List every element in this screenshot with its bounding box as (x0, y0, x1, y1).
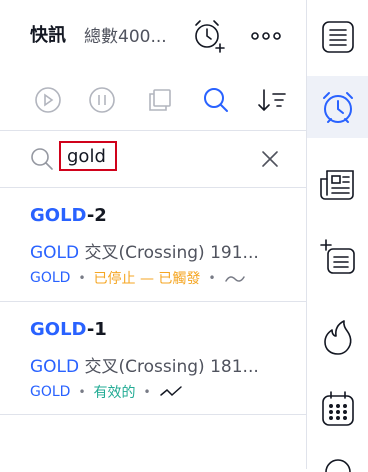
copy-icon[interactable] (140, 76, 180, 124)
alerts-panel: 快訊 總數400... gold GOLD-2 GOLD 交叉(Crossing… (0, 0, 306, 469)
alert-condition-text: 交叉(Crossing) 181... (79, 357, 259, 377)
alert-condition: GOLD 交叉(Crossing) 181... (30, 352, 259, 377)
alarm-clock-icon[interactable] (307, 76, 368, 138)
alert-status: 已停止 — 已觸發 (93, 271, 201, 287)
alert-condition: GOLD 交叉(Crossing) 191... (30, 238, 259, 263)
calendar-icon[interactable] (307, 378, 368, 440)
alert-condition-symbol: GOLD (30, 357, 80, 377)
alert-status: 有效的 (93, 385, 136, 401)
alert-name-suffix: -2 (86, 205, 107, 226)
meta-separator: • (208, 271, 216, 285)
add-list-icon[interactable] (307, 226, 368, 288)
meta-separator: • (78, 385, 86, 399)
crossing-icon (159, 385, 183, 399)
search-row (0, 131, 306, 187)
alert-name-suffix: -1 (86, 319, 107, 340)
meta-separator: • (143, 385, 151, 399)
more-options-icon[interactable] (248, 24, 284, 48)
alert-name-match: GOLD (30, 205, 87, 226)
alert-name: GOLD-1 (30, 319, 107, 340)
fire-icon[interactable] (307, 306, 368, 368)
alert-symbol: GOLD (30, 270, 71, 286)
alert-item[interactable]: GOLD-2 GOLD 交叉(Crossing) 191... GOLD • 已… (0, 188, 306, 301)
search-field-icon (28, 145, 56, 173)
alert-condition-symbol: GOLD (30, 243, 80, 263)
panel-title: 快訊 (30, 25, 66, 46)
pause-icon[interactable] (82, 76, 122, 124)
search-input[interactable] (59, 141, 117, 171)
crossing-icon (224, 271, 248, 285)
alerts-count: 總數400... (84, 27, 167, 47)
watchlist-icon[interactable] (307, 6, 368, 68)
alert-item[interactable]: GOLD-1 GOLD 交叉(Crossing) 181... GOLD • 有… (0, 302, 306, 415)
alerts-toolbar (0, 76, 306, 124)
alert-name-match: GOLD (30, 319, 87, 340)
alert-meta: GOLD • 已停止 — 已觸發 • (30, 268, 248, 288)
panel-header: 快訊 總數400... (0, 0, 306, 72)
alert-name: GOLD-2 (30, 205, 107, 226)
item-divider (0, 414, 306, 415)
more-sidebar-icon[interactable] (307, 452, 368, 472)
alert-meta: GOLD • 有效的 • (30, 382, 183, 402)
right-sidebar (307, 0, 368, 472)
alert-symbol: GOLD (30, 384, 71, 400)
play-icon[interactable] (28, 76, 68, 124)
alert-condition-text: 交叉(Crossing) 191... (79, 243, 259, 263)
meta-separator: • (78, 271, 86, 285)
sort-icon[interactable] (252, 76, 292, 124)
news-icon[interactable] (307, 154, 368, 216)
search-icon[interactable] (196, 76, 236, 124)
clear-search-icon[interactable] (256, 145, 284, 173)
add-alert-icon[interactable] (191, 16, 227, 54)
